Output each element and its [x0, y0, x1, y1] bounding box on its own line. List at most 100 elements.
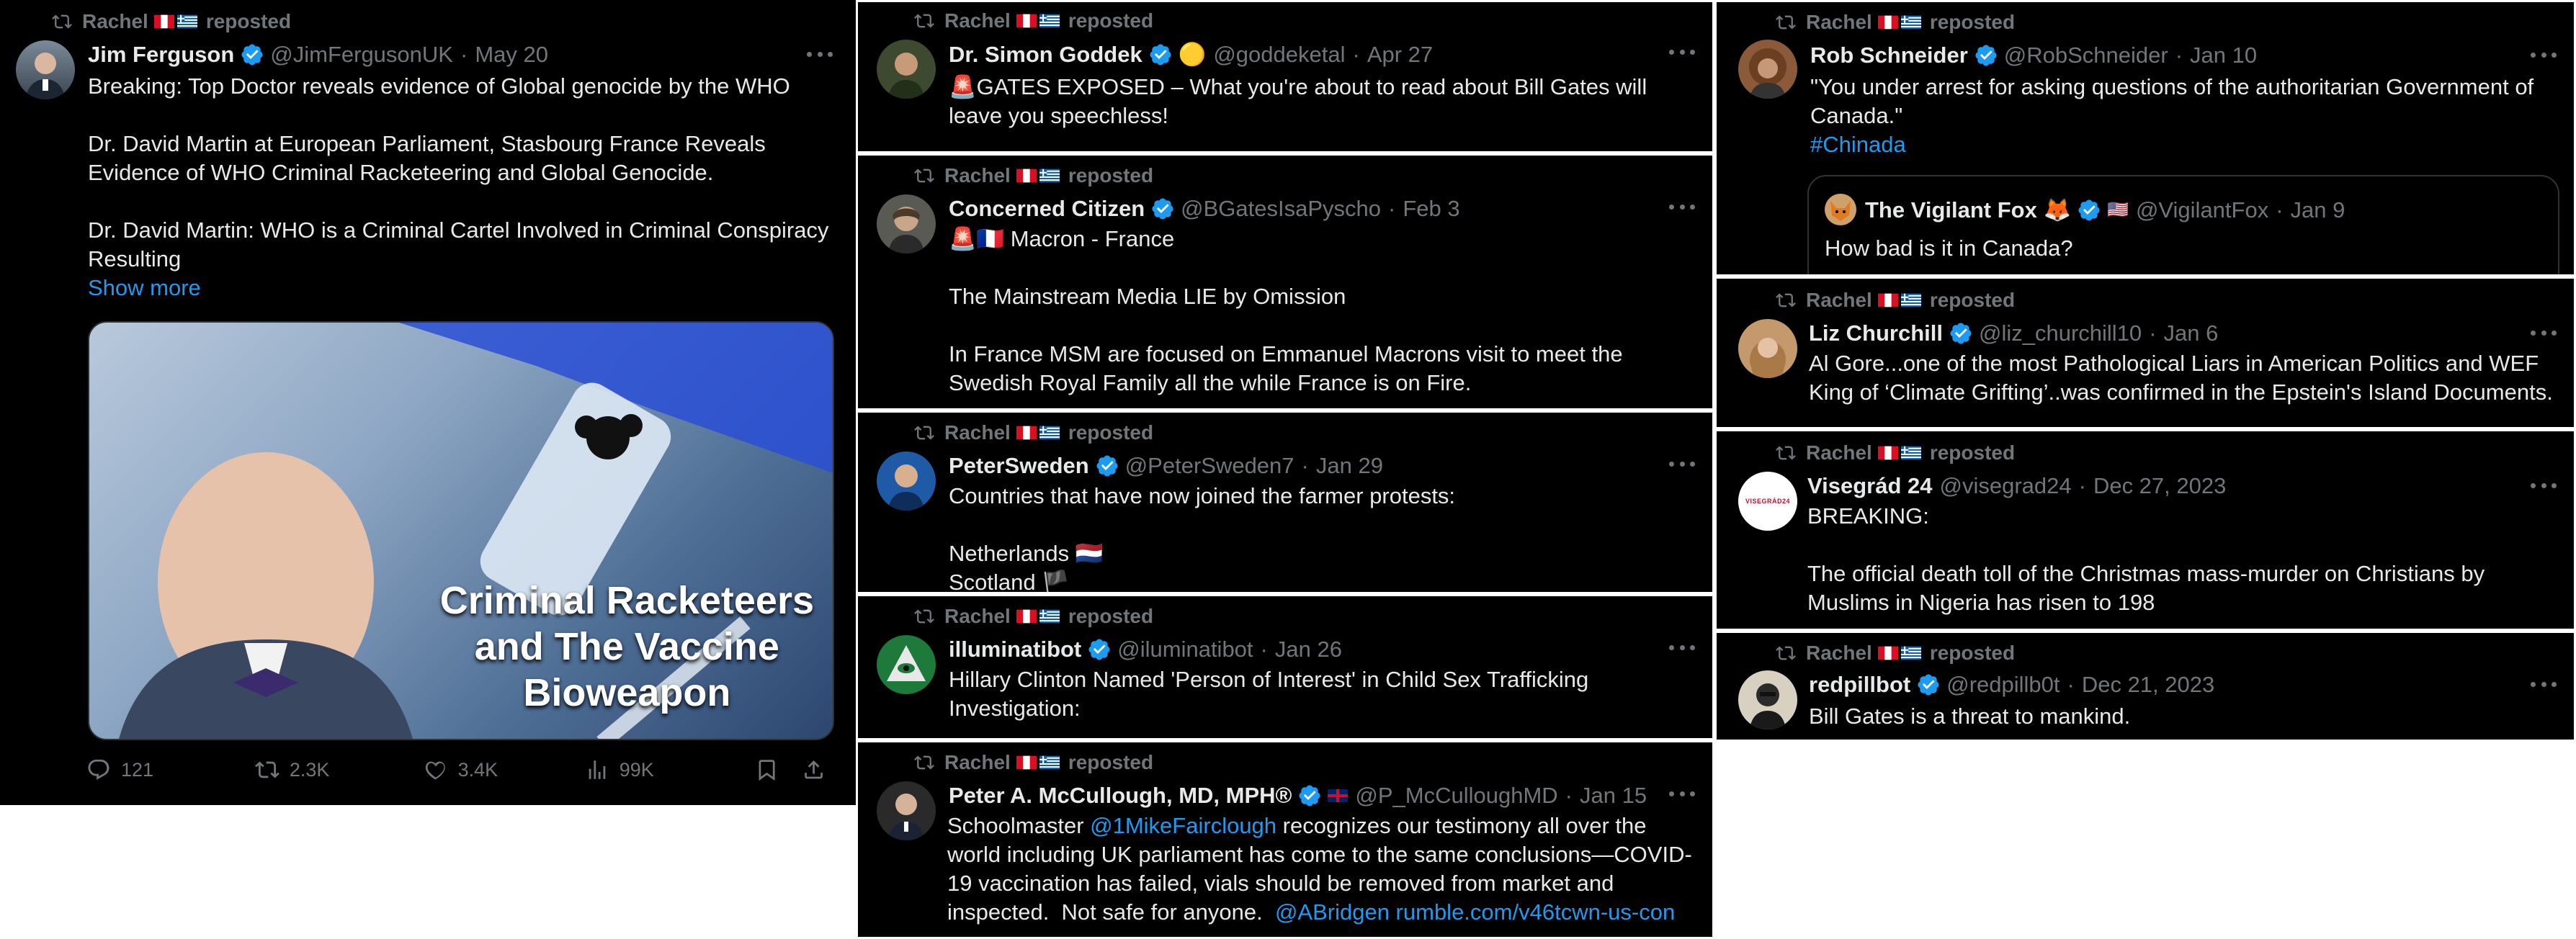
author-name[interactable]: Liz Churchill: [1809, 320, 1943, 346]
more-options-icon[interactable]: [2531, 483, 2557, 490]
more-options-icon[interactable]: [1669, 791, 1695, 799]
reposter-name[interactable]: Rachel: [944, 164, 1011, 187]
tweet-card[interactable]: Rachel reposted redpillbot @redpillb0t ·…: [1714, 631, 2576, 742]
tweet-date[interactable]: Jan 10: [2190, 42, 2257, 68]
quote-avatar[interactable]: [1825, 194, 1856, 225]
quote-author-handle[interactable]: @VigilantFox: [2136, 197, 2268, 223]
avatar-person-icon: [1749, 338, 1786, 378]
avatar[interactable]: [1738, 319, 1797, 378]
reposter-name[interactable]: Rachel: [82, 10, 148, 33]
quote-header: The Vigilant Fox 🦊 🇺🇸 @VigilantFox · Jan…: [1865, 197, 2345, 223]
reposter-name[interactable]: Rachel: [1806, 11, 1872, 34]
tweet-card[interactable]: Rachel reposted illuminatibot @iluminati…: [856, 594, 1714, 740]
avatar[interactable]: [16, 40, 75, 99]
tweet-card[interactable]: Rachel reposted Peter A. McCullough, MD,…: [856, 740, 1714, 939]
author-name[interactable]: Rob Schneider: [1810, 42, 1968, 68]
url-link[interactable]: rumble.com/v46tcwn-us-con: [1390, 899, 1676, 925]
share-icon[interactable]: [802, 758, 826, 782]
tweet-date[interactable]: May 20: [475, 42, 548, 68]
tweet-header: Jim Ferguson @JimFergusonUK · May 20: [88, 42, 548, 68]
repost-button[interactable]: 2.3K: [255, 758, 424, 782]
avatar[interactable]: VISEGRÁD24: [1738, 472, 1797, 531]
tweet-card[interactable]: Rachel reposted PeterSweden @PeterSweden…: [856, 410, 1714, 594]
tweet-date[interactable]: Apr 27: [1367, 42, 1433, 68]
greece-flag-icon: [1039, 14, 1060, 28]
views-button[interactable]: 99K: [585, 758, 746, 782]
author-handle[interactable]: @P_McCulloughMD: [1355, 783, 1557, 809]
reposter-name[interactable]: Rachel: [1806, 441, 1872, 464]
tweet-date[interactable]: Dec 27, 2023: [2093, 473, 2226, 499]
more-options-icon[interactable]: [1669, 645, 1695, 652]
peru-flag-icon: [1878, 293, 1898, 307]
tweet-card[interactable]: Rachel reposted Liz Churchill @liz_churc…: [1714, 277, 2576, 429]
tweet-date[interactable]: Feb 3: [1403, 196, 1459, 222]
tweet-date[interactable]: Dec 21, 2023: [2082, 672, 2214, 698]
tweet-date[interactable]: Jan 26: [1275, 637, 1342, 662]
avatar[interactable]: [877, 451, 936, 511]
author-name[interactable]: PeterSweden: [949, 453, 1089, 479]
author-name[interactable]: Jim Ferguson: [88, 42, 234, 68]
tweet-date[interactable]: Jan 29: [1316, 453, 1383, 479]
tweet-date[interactable]: Jan 15: [1580, 783, 1647, 809]
author-handle[interactable]: @visegrad24: [1939, 473, 2071, 499]
reposter-name[interactable]: Rachel: [944, 605, 1011, 628]
more-options-icon[interactable]: [807, 52, 833, 59]
bookmark-icon[interactable]: [755, 758, 779, 782]
reposter-name[interactable]: Rachel: [944, 9, 1011, 32]
mention-link[interactable]: @ABridgen: [1275, 899, 1390, 925]
repost-label: reposted: [1929, 11, 2016, 33]
more-options-icon[interactable]: [1669, 205, 1695, 212]
avatar[interactable]: [877, 40, 936, 99]
verified-badge-icon: [1148, 42, 1173, 67]
views-count: 99K: [619, 758, 654, 781]
quote-date[interactable]: Jan 9: [2291, 197, 2345, 223]
avatar[interactable]: [877, 635, 936, 694]
tweet-date[interactable]: Jan 6: [2164, 320, 2219, 346]
more-options-icon[interactable]: [2531, 53, 2557, 60]
avatar[interactable]: [1738, 670, 1797, 729]
tweet-card[interactable]: Rachel reposted Concerned Citizen @BGate…: [856, 153, 1714, 410]
author-handle[interactable]: @redpillb0t: [1946, 672, 2060, 698]
show-more-link[interactable]: Show more: [88, 274, 201, 302]
reposter-name[interactable]: Rachel: [1806, 289, 1872, 312]
tweet-text: Countries that have now joined the farme…: [949, 483, 1456, 594]
author-handle[interactable]: @goddeketal: [1213, 42, 1345, 68]
author-handle[interactable]: @RobSchneider: [2004, 42, 2168, 68]
tweet-card[interactable]: Rachel reposted Rob Schneider @RobSchnei…: [1714, 0, 2576, 277]
mention-link[interactable]: @1MikeFaircloug​h: [1090, 813, 1276, 838]
author-name[interactable]: illuminatibot: [949, 637, 1081, 662]
reposter-name[interactable]: Rachel: [944, 751, 1011, 774]
more-options-icon[interactable]: [1669, 462, 1695, 469]
author-name[interactable]: Concerned Citizen: [949, 196, 1145, 222]
tweet-card[interactable]: Rachel reposted VISEGRÁD24 Visegrád 24 @…: [1714, 429, 2576, 631]
tweet-actions: 121 2.3K 3.4K 99K: [86, 758, 836, 782]
reposter-name[interactable]: Rachel: [944, 421, 1011, 444]
quote-author-name[interactable]: The Vigilant Fox 🦊: [1865, 197, 2071, 223]
hashtag-link[interactable]: #Chinada: [1810, 130, 1906, 159]
avatar[interactable]: [877, 194, 936, 253]
author-handle[interactable]: @JimFergusonUK: [270, 42, 453, 68]
avatar[interactable]: [877, 781, 936, 840]
repost-indicator: Rachel reposted: [914, 9, 1153, 32]
author-name[interactable]: Visegrád 24: [1807, 473, 1932, 499]
tweet-panel-middle: Rachel reposted Dr. Simon Goddek 🟡 @godd…: [856, 0, 1714, 939]
author-handle[interactable]: @liz_churchill10: [1979, 320, 2142, 346]
more-options-icon[interactable]: [2531, 331, 2557, 338]
like-count: 3.4K: [457, 758, 498, 781]
author-name[interactable]: Peter A. McCullough, MD, MPH®: [949, 783, 1292, 809]
like-button[interactable]: 3.4K: [424, 758, 585, 782]
author-name[interactable]: redpillbot: [1809, 672, 1910, 698]
tweet-card[interactable]: Rachel reposted Dr. Simon Goddek 🟡 @godd…: [856, 0, 1714, 153]
author-handle[interactable]: @PeterSweden7: [1125, 453, 1294, 479]
quoted-tweet[interactable]: The Vigilant Fox 🦊 🇺🇸 @VigilantFox · Jan…: [1807, 175, 2559, 274]
more-options-icon[interactable]: [2531, 682, 2557, 689]
reposter-name[interactable]: Rachel: [1806, 642, 1872, 665]
author-name[interactable]: Dr. Simon Goddek: [949, 42, 1142, 68]
author-handle[interactable]: @iluminatibot: [1117, 637, 1253, 662]
more-options-icon[interactable]: [1669, 50, 1695, 57]
tweet-image[interactable]: Criminal Racketeers and The Vaccine Biow…: [88, 321, 834, 740]
retweet-icon: [914, 423, 934, 443]
author-handle[interactable]: @BGatesIsaPyscho: [1181, 196, 1381, 222]
avatar[interactable]: [1738, 40, 1797, 99]
reply-button[interactable]: 121: [86, 758, 255, 782]
